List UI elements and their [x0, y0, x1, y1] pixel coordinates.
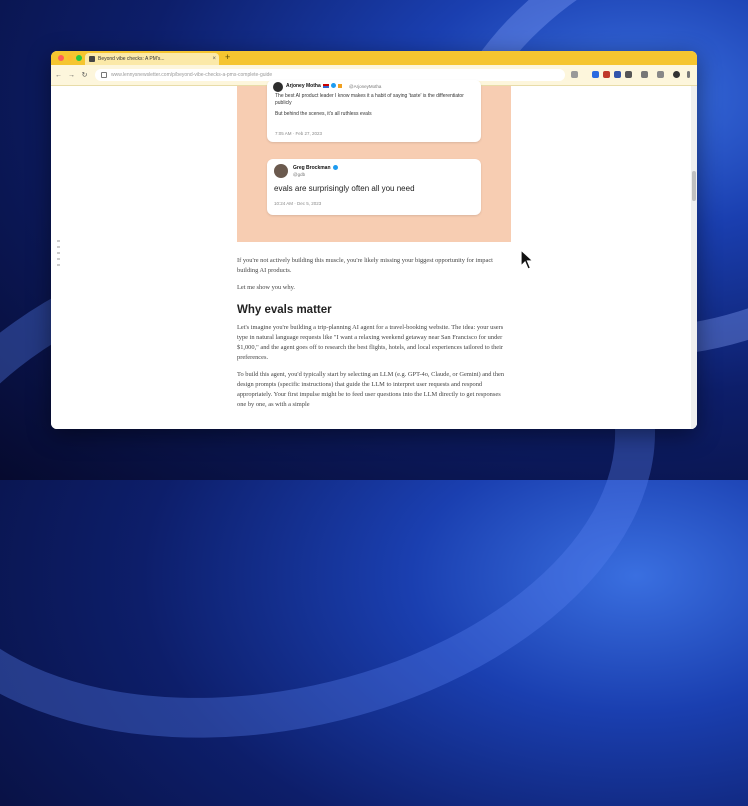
extension-icon[interactable]	[625, 71, 632, 78]
lock-icon	[101, 72, 107, 78]
article-body: If you're not actively building this mus…	[237, 256, 511, 410]
forward-icon[interactable]: →	[66, 72, 77, 79]
tweet-collage: Arjoney Motha @ArjoneyMotha The best AI …	[237, 80, 511, 242]
avatar	[273, 82, 283, 92]
scrollbar-thumb[interactable]	[692, 171, 696, 201]
site-favicon-icon	[89, 56, 95, 62]
article-paragraph: If you're not actively building this mus…	[237, 257, 493, 274]
sidebar-icon[interactable]	[657, 71, 664, 78]
article-paragraph: Let's imagine you're building a trip-pla…	[237, 324, 504, 361]
close-tab-icon[interactable]: ×	[212, 56, 219, 62]
extension-icon[interactable]	[614, 71, 621, 78]
page-content: Arjoney Motha @ArjoneyMotha The best AI …	[51, 80, 697, 429]
browser-window: Beyond vibe checks: A PM's... × + ← → ↻ …	[51, 51, 697, 429]
url-text: www.lennysnewsletter.com/p/beyond-vibe-c…	[111, 72, 273, 78]
tab-bar: Beyond vibe checks: A PM's... × +	[51, 51, 697, 65]
article-paragraph: Let me show you why.	[237, 284, 295, 291]
avatar	[274, 164, 288, 178]
menu-kebab-icon[interactable]	[687, 71, 690, 78]
tweet-handle: @ArjoneyMotha	[349, 83, 382, 89]
tab-active[interactable]: Beyond vibe checks: A PM's... ×	[85, 53, 219, 65]
tweet-text: The best AI product leader I know makes …	[275, 93, 464, 106]
tweet-date: 7:05 AM · Feb 27, 2023	[275, 131, 323, 136]
sidebar-handle[interactable]	[57, 240, 60, 266]
tweet-author: Arjoney Motha	[286, 83, 342, 89]
section-heading: Why evals matter	[237, 304, 332, 316]
tweet-text: evals are surprisingly often all you nee…	[274, 184, 415, 193]
puzzle-icon[interactable]	[641, 71, 648, 78]
article-paragraph: To build this agent, you'd typically sta…	[237, 371, 505, 408]
tweet-author: Greg Brockman	[293, 165, 338, 171]
extension-icon[interactable]	[592, 71, 599, 78]
tweet-date: 10:24 AM · Dec 5, 2023	[274, 201, 322, 206]
bookmark-icon[interactable]	[571, 71, 578, 78]
back-icon[interactable]: ←	[53, 72, 64, 79]
maximize-window-button[interactable]	[76, 55, 82, 61]
tweet-card: Arjoney Motha @ArjoneyMotha The best AI …	[267, 80, 481, 142]
new-tab-icon[interactable]: +	[225, 52, 230, 62]
scrollbar[interactable]	[691, 86, 697, 429]
tweet-card: Greg Brockman @gdb evals are surprisingl…	[267, 159, 481, 215]
reload-icon[interactable]: ↻	[79, 71, 90, 79]
minimize-window-button[interactable]	[67, 55, 73, 61]
tweet-handle: @gdb	[293, 172, 306, 177]
tweet-text: But behind the scenes, it's all ruthless…	[275, 111, 372, 117]
mouse-cursor-icon	[520, 249, 534, 270]
close-window-button[interactable]	[58, 55, 64, 61]
extension-icon[interactable]	[603, 71, 610, 78]
profile-avatar[interactable]	[673, 71, 680, 78]
tab-title: Beyond vibe checks: A PM's...	[98, 56, 165, 62]
